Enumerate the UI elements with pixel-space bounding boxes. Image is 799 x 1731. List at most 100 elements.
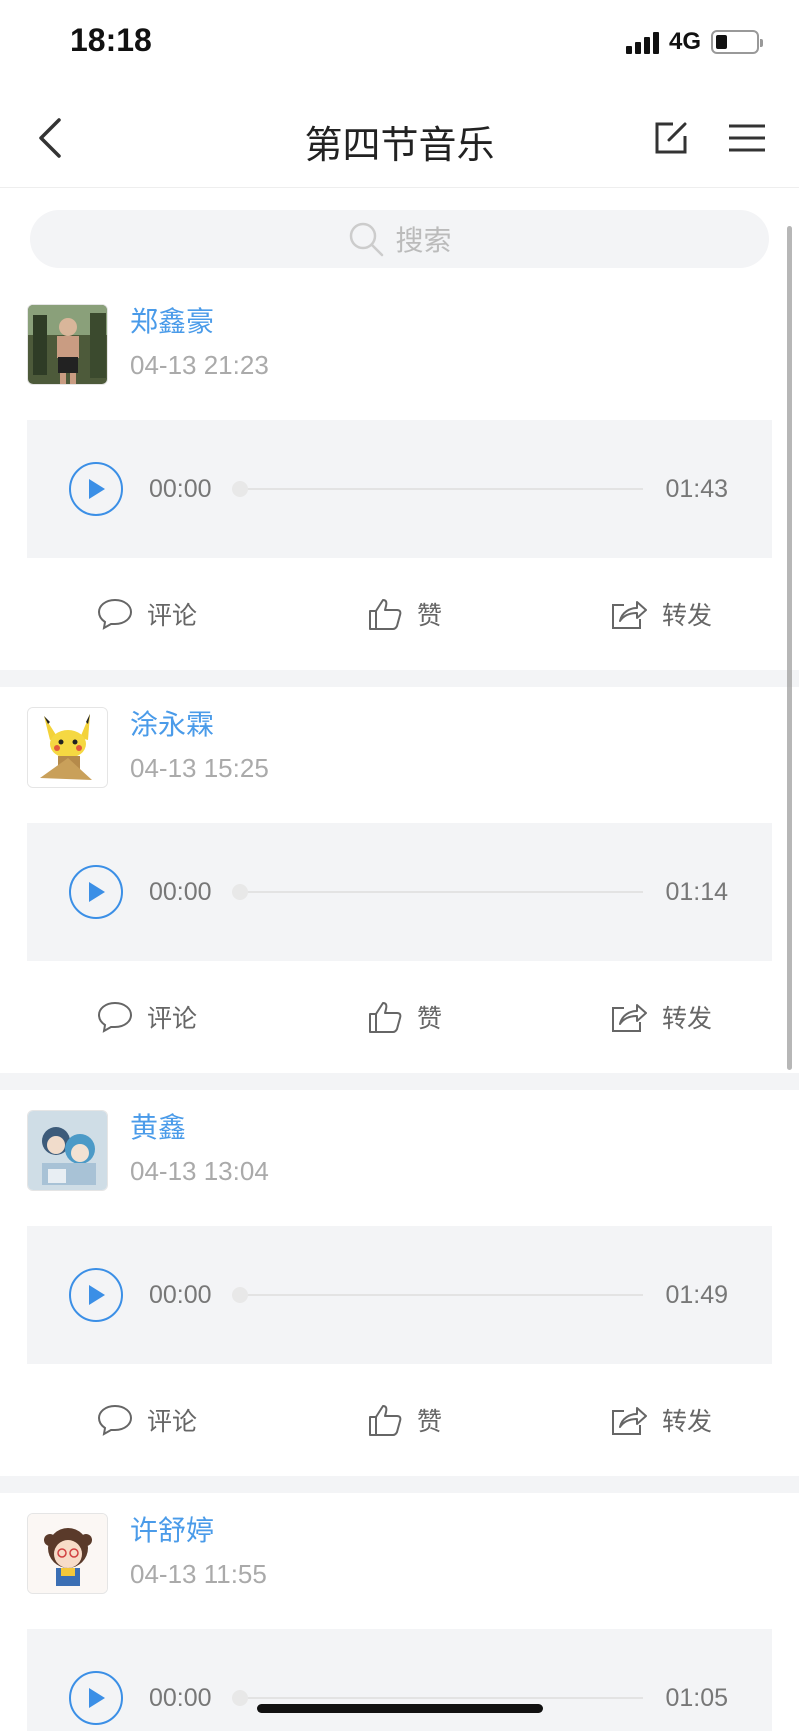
- audio-player: 00:00 01:05: [27, 1629, 772, 1731]
- search-input[interactable]: 搜索: [30, 210, 769, 268]
- progress-track[interactable]: [231, 1287, 644, 1303]
- anime-avatar[interactable]: [27, 1110, 108, 1191]
- play-icon: [89, 1285, 105, 1305]
- edit-button[interactable]: [643, 110, 699, 166]
- battery-fill: [716, 35, 728, 49]
- duration: 01:49: [665, 1280, 728, 1309]
- like-label: 赞: [416, 601, 442, 630]
- share-label: 转发: [661, 1407, 712, 1436]
- comment-button[interactable]: 评论: [27, 999, 302, 1035]
- post-meta: 涂永霖 04-13 15:25: [130, 707, 269, 784]
- post-time: 04-13 13:04: [130, 1156, 269, 1186]
- divider: [0, 1073, 799, 1090]
- edit-icon: [655, 122, 687, 154]
- status-bar: 18:18 4G: [0, 0, 799, 88]
- progress-track[interactable]: [231, 884, 644, 900]
- status-time: 18:18: [70, 22, 152, 58]
- current-time: 00:00: [149, 877, 212, 906]
- post-time: 04-13 21:23: [130, 350, 269, 380]
- comment-button[interactable]: 评论: [27, 1402, 302, 1438]
- play-button[interactable]: [69, 1268, 123, 1322]
- progress-knob[interactable]: [231, 1690, 248, 1706]
- play-icon: [89, 1688, 105, 1708]
- share-icon: [611, 601, 647, 629]
- author-name[interactable]: 黄鑫: [130, 1110, 269, 1146]
- feed[interactable]: 搜索 郑鑫豪 04-13 21:23 00:00 01:43 评论 赞 转发 涂…: [0, 189, 799, 1731]
- comment-icon: [97, 1404, 133, 1436]
- pikachu-avatar[interactable]: [27, 707, 108, 788]
- audio-player: 00:00 01:43: [27, 420, 772, 558]
- comment-label: 评论: [147, 601, 198, 630]
- post-header: 郑鑫豪 04-13 21:23: [27, 284, 772, 404]
- author-name[interactable]: 郑鑫豪: [130, 304, 269, 340]
- post-header: 涂永霖 04-13 15:25: [27, 687, 772, 807]
- share-label: 转发: [661, 601, 712, 630]
- duration: 01:14: [665, 877, 728, 906]
- thumbs-up-icon: [368, 1405, 402, 1436]
- hamburger-icon: [729, 124, 765, 152]
- nav-bar: 第四节音乐: [0, 88, 799, 188]
- duration: 01:05: [665, 1683, 728, 1712]
- thumbs-up-icon: [368, 1002, 402, 1033]
- divider: [0, 1476, 799, 1493]
- progress-knob[interactable]: [231, 884, 248, 900]
- post-meta: 郑鑫豪 04-13 21:23: [130, 304, 269, 381]
- post-meta: 黄鑫 04-13 13:04: [130, 1110, 269, 1187]
- search-placeholder: 搜索: [395, 224, 452, 257]
- post-actions: 评论 赞 转发: [27, 558, 772, 670]
- progress-track[interactable]: [231, 481, 644, 497]
- home-indicator[interactable]: [257, 1704, 543, 1713]
- progress-knob[interactable]: [231, 1287, 248, 1303]
- comment-button[interactable]: 评论: [27, 596, 302, 632]
- play-icon: [89, 479, 105, 499]
- post-time: 04-13 11:55: [130, 1559, 267, 1589]
- share-icon: [611, 1407, 647, 1435]
- post-header: 黄鑫 04-13 13:04: [27, 1090, 772, 1210]
- play-icon: [89, 882, 105, 902]
- like-button[interactable]: 赞: [302, 999, 507, 1035]
- status-icons: 4G: [625, 28, 763, 56]
- author-name[interactable]: 涂永霖: [130, 707, 269, 743]
- thumbs-up-icon: [368, 599, 402, 630]
- current-time: 00:00: [149, 474, 212, 503]
- scrollbar[interactable]: [787, 226, 792, 1070]
- comment-label: 评论: [147, 1004, 198, 1033]
- post-card: 黄鑫 04-13 13:04 00:00 01:49 评论 赞 转发: [0, 1090, 799, 1476]
- menu-button[interactable]: [719, 110, 775, 166]
- duration: 01:43: [665, 474, 728, 503]
- network-label: 4G: [668, 28, 701, 55]
- progress-knob[interactable]: [231, 481, 248, 497]
- cartoon-girl-avatar[interactable]: [27, 1513, 108, 1594]
- play-button[interactable]: [69, 462, 123, 516]
- progress-track[interactable]: [231, 1690, 644, 1706]
- divider: [0, 670, 799, 687]
- author-name[interactable]: 许舒婷: [130, 1513, 267, 1549]
- play-button[interactable]: [69, 865, 123, 919]
- post-card: 涂永霖 04-13 15:25 00:00 01:14 评论 赞 转发: [0, 687, 799, 1073]
- battery-icon: [711, 30, 763, 54]
- like-label: 赞: [416, 1407, 442, 1436]
- share-button[interactable]: 转发: [507, 596, 772, 632]
- current-time: 00:00: [149, 1683, 212, 1712]
- search-bar: 搜索: [0, 189, 799, 284]
- audio-player: 00:00 01:49: [27, 1226, 772, 1364]
- like-button[interactable]: 赞: [302, 1402, 507, 1438]
- search-icon: [350, 222, 384, 257]
- comment-label: 评论: [147, 1407, 198, 1436]
- post-card: 许舒婷 04-13 11:55 00:00 01:05: [0, 1493, 799, 1731]
- like-label: 赞: [416, 1004, 442, 1033]
- like-button[interactable]: 赞: [302, 596, 507, 632]
- post-time: 04-13 15:25: [130, 753, 269, 783]
- share-label: 转发: [661, 1004, 712, 1033]
- post-card: 郑鑫豪 04-13 21:23 00:00 01:43 评论 赞 转发: [0, 284, 799, 670]
- post-meta: 许舒婷 04-13 11:55: [130, 1513, 267, 1590]
- share-button[interactable]: 转发: [507, 999, 772, 1035]
- post-actions: 评论 赞 转发: [27, 961, 772, 1073]
- share-button[interactable]: 转发: [507, 1402, 772, 1438]
- comment-icon: [97, 598, 133, 630]
- post-actions: 评论 赞 转发: [27, 1364, 772, 1476]
- audio-player: 00:00 01:14: [27, 823, 772, 961]
- play-button[interactable]: [69, 1671, 123, 1725]
- signal-icon: [625, 30, 659, 54]
- photo-avatar[interactable]: [27, 304, 108, 385]
